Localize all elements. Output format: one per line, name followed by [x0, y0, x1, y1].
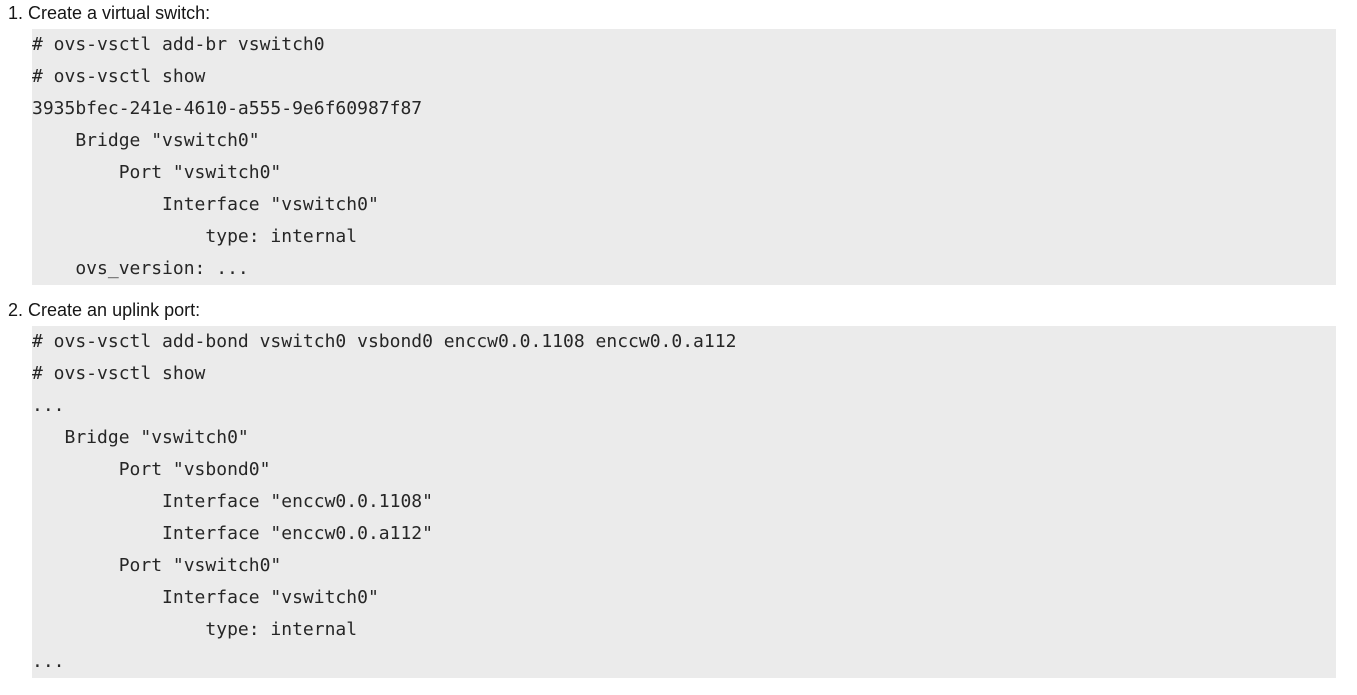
code-line: ovs_version: ... — [32, 258, 249, 279]
code-line: Interface "vswitch0" — [32, 587, 379, 608]
code-line: ... — [32, 395, 65, 416]
code-line: Interface "enccw0.0.1108" — [32, 491, 433, 512]
code-line: Port "vswitch0" — [32, 555, 282, 576]
code-line: type: internal — [32, 226, 358, 247]
code-block: # ovs-vsctl add-br vswitch0 # ovs-vsctl … — [32, 29, 1336, 285]
code-line: ... — [32, 651, 65, 672]
code-line: Port "vsbond0" — [32, 459, 271, 480]
code-line: Bridge "vswitch0" — [32, 130, 260, 151]
step-1: 1. Create a virtual switch: # ovs-vsctl … — [0, 0, 1357, 290]
code-line: Interface "vswitch0" — [32, 194, 379, 215]
code-line: type: internal — [32, 619, 358, 640]
code-line: Interface "enccw0.0.a112" — [32, 523, 433, 544]
step-2: 2. Create an uplink port: # ovs-vsctl ad… — [0, 296, 1357, 695]
step-heading: 2. Create an uplink port: — [8, 300, 201, 320]
code-line: # ovs-vsctl show — [32, 363, 206, 384]
code-line: 3935bfec-241e-4610-a555-9e6f60987f87 — [32, 98, 423, 119]
code-block: # ovs-vsctl add-bond vswitch0 vsbond0 en… — [32, 326, 1336, 678]
code-line: Bridge "vswitch0" — [32, 427, 249, 448]
code-line: # ovs-vsctl add-br vswitch0 — [32, 34, 325, 55]
code-line: # ovs-vsctl show — [32, 66, 206, 87]
code-line: Port "vswitch0" — [32, 162, 282, 183]
code-line: # ovs-vsctl add-bond vswitch0 vsbond0 en… — [32, 331, 737, 352]
step-heading: 1. Create a virtual switch: — [8, 3, 211, 23]
